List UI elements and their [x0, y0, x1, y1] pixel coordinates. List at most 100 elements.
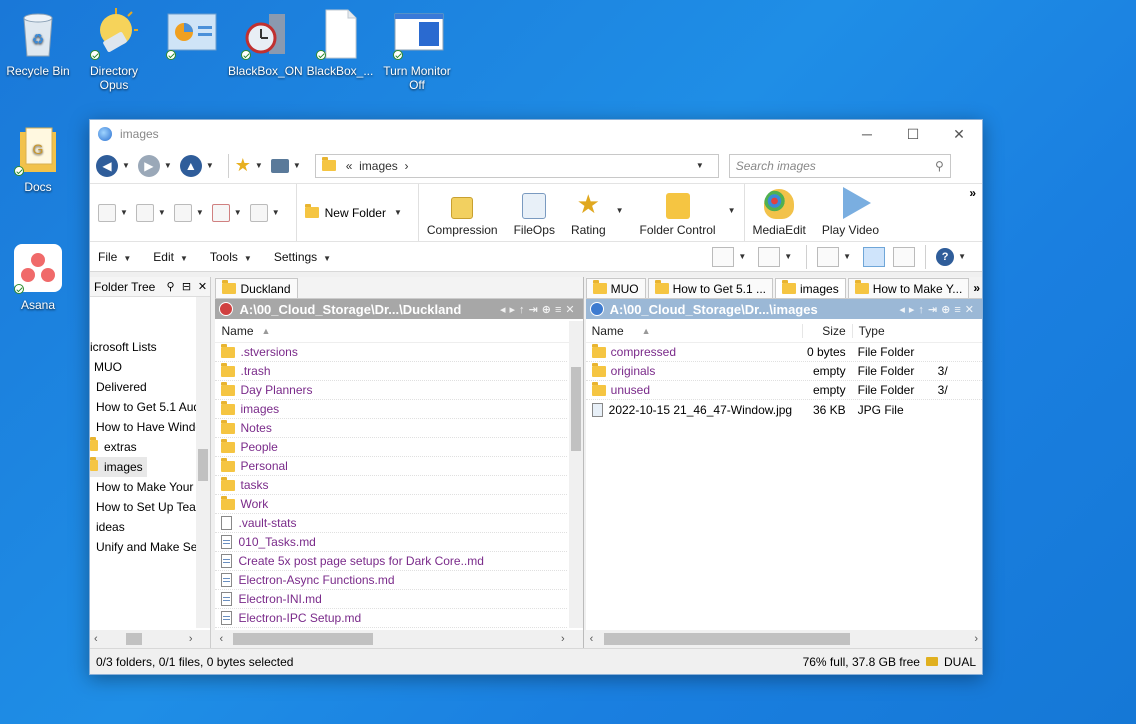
copy-icon[interactable]: [98, 203, 116, 222]
compression-button[interactable]: Compression: [419, 184, 506, 241]
list-item[interactable]: unused empty File Folder 3/: [585, 381, 982, 400]
desktop-icon-blackbox-on[interactable]: BlackBox_ON: [228, 8, 303, 78]
tree-item[interactable]: How to Set Up Team: [90, 497, 196, 517]
view-mode-dropdown-icon[interactable]: ▼: [738, 252, 746, 261]
maximize-button[interactable]: ☐: [890, 120, 936, 148]
forward-dropdown-icon[interactable]: ▼: [164, 161, 172, 170]
right-column-header[interactable]: Name ▲ Size Type: [585, 319, 982, 343]
desktop-icon-unnamed[interactable]: [153, 8, 227, 64]
edit-view-icon[interactable]: [758, 246, 781, 267]
tree-item[interactable]: How to Get 5.1 Audi: [90, 397, 196, 417]
desktop-icon-docs[interactable]: G Docs: [1, 124, 75, 194]
tree-item[interactable]: MUO: [90, 357, 196, 377]
favorites-star-icon[interactable]: ★: [235, 155, 251, 176]
rename-dropdown-icon[interactable]: ▼: [196, 208, 204, 217]
tree-item[interactable]: How to Have Windo: [90, 417, 196, 437]
mediaedit-button[interactable]: MediaEdit: [743, 184, 814, 241]
tab-muo[interactable]: MUO: [585, 278, 646, 298]
tree-item[interactable]: Unify and Make Sens: [90, 537, 196, 557]
list-item[interactable]: 010_Tasks.md: [215, 533, 567, 552]
list-item[interactable]: Create 5x post page setups for Dark Core…: [215, 552, 567, 571]
left-path-header[interactable]: A:\00_Cloud_Storage\Dr...\Duckland ◂▸↑⇥⊕…: [215, 299, 583, 319]
dual-pane-icon[interactable]: [863, 246, 886, 267]
tree-horizontal-scrollbar[interactable]: ‹ ›: [90, 630, 211, 648]
folder-control-dropdown-icon[interactable]: ▼: [728, 206, 736, 215]
computer-dropdown-icon[interactable]: ▼: [293, 161, 301, 170]
delete-dropdown-icon[interactable]: ▼: [234, 208, 242, 217]
desktop-icon-asana[interactable]: Asana: [1, 242, 75, 312]
forward-icon[interactable]: ▶: [137, 154, 160, 177]
list-item[interactable]: Electron-INI.md: [215, 590, 567, 609]
dual-mode-indicator[interactable]: DUAL: [944, 655, 976, 669]
up-dropdown-icon[interactable]: ▼: [206, 161, 214, 170]
folder-control-button[interactable]: Folder Control ▼: [632, 184, 744, 241]
list-item[interactable]: compressed 0 bytes File Folder: [585, 343, 982, 362]
tabs-overflow-button[interactable]: »: [971, 281, 982, 298]
menu-tools[interactable]: Tools ▼: [210, 250, 260, 264]
left-horizontal-scrollbar[interactable]: ‹ ›: [215, 630, 583, 648]
new-folder-button[interactable]: New Folder: [325, 206, 386, 220]
properties-dropdown-icon[interactable]: ▼: [272, 208, 280, 217]
menu-settings[interactable]: Settings ▼: [274, 250, 339, 264]
column-size[interactable]: Size: [801, 323, 852, 338]
help-icon[interactable]: ?: [936, 247, 955, 266]
list-item[interactable]: Electron-Async Functions.md: [215, 571, 567, 590]
viewer-pane-icon[interactable]: [893, 246, 916, 267]
desktop-icon-directory-opus[interactable]: Directory Opus: [77, 8, 151, 92]
minimize-button[interactable]: ─: [844, 120, 890, 148]
tree-item[interactable]: icrosoft Lists: [86, 337, 196, 357]
search-input[interactable]: Search images ⚲: [728, 153, 951, 178]
list-item[interactable]: Personal: [215, 457, 567, 476]
left-vertical-scrollbar[interactable]: [568, 321, 583, 628]
tab-how-to-get[interactable]: How to Get 5.1 ...: [647, 278, 774, 298]
fileops-button[interactable]: FileOps: [506, 184, 563, 241]
path-controls[interactable]: ◂▸↑⇥⊕≡✕: [500, 303, 579, 316]
rename-icon[interactable]: [173, 203, 192, 222]
desktop-icon-recycle-bin[interactable]: ♻ Recycle Bin: [1, 8, 75, 78]
right-horizontal-scrollbar[interactable]: ‹ ›: [585, 630, 982, 648]
rating-button[interactable]: ★ Rating ▼: [563, 184, 632, 241]
paste-icon[interactable]: [135, 203, 154, 222]
layout-icon[interactable]: [817, 246, 840, 267]
ribbon-overflow-button[interactable]: »: [969, 186, 976, 200]
list-item[interactable]: Electron-IPC Setup.md: [215, 609, 567, 628]
list-item[interactable]: Work: [215, 495, 567, 514]
tree-item[interactable]: Delivered: [90, 377, 196, 397]
close-icon[interactable]: ✕: [194, 280, 210, 293]
list-item[interactable]: .trash: [215, 362, 567, 381]
path-controls[interactable]: ◂▸↑⇥⊕≡✕: [899, 303, 978, 316]
back-icon[interactable]: ◀: [96, 154, 118, 177]
up-icon[interactable]: ▲: [179, 154, 202, 177]
tab-images[interactable]: images: [775, 278, 846, 298]
help-dropdown-icon[interactable]: ▼: [958, 252, 966, 261]
list-item[interactable]: images: [215, 400, 567, 419]
list-item[interactable]: originals empty File Folder 3/: [585, 362, 982, 381]
breadcrumb[interactable]: « images ›: [346, 159, 696, 173]
tab-duckland[interactable]: Duckland: [215, 278, 298, 298]
lock-icon[interactable]: [925, 657, 938, 666]
tree-vertical-scrollbar[interactable]: [196, 297, 211, 628]
view-mode-icon[interactable]: [712, 246, 735, 267]
computer-icon[interactable]: [270, 158, 289, 173]
tab-how-to-make[interactable]: How to Make Y...: [847, 278, 970, 298]
new-folder-dropdown-icon[interactable]: ▼: [394, 208, 402, 217]
desktop-icon-turn-monitor-off[interactable]: Turn Monitor Off: [380, 8, 454, 92]
favorites-dropdown-icon[interactable]: ▼: [255, 161, 263, 170]
play-video-button[interactable]: Play Video: [814, 184, 887, 241]
list-item[interactable]: .stversions: [215, 343, 567, 362]
right-path-header[interactable]: A:\00_Cloud_Storage\Dr...\images ◂▸↑⇥⊕≡✕: [585, 299, 982, 319]
location-dropdown-icon[interactable]: ▼: [696, 161, 704, 170]
list-item[interactable]: Day Planners: [215, 381, 567, 400]
menu-edit[interactable]: Edit ▼: [153, 250, 196, 264]
tree-item-folder[interactable]: extras: [90, 437, 196, 457]
tree-item[interactable]: ideas: [90, 517, 196, 537]
list-item[interactable]: tasks: [215, 476, 567, 495]
column-type[interactable]: Type: [851, 323, 885, 338]
column-name[interactable]: Name: [586, 324, 642, 338]
search-icon[interactable]: ⚲: [935, 159, 944, 173]
close-button[interactable]: ✕: [936, 120, 982, 148]
back-dropdown-icon[interactable]: ▼: [122, 161, 130, 170]
tree-item[interactable]: How to Make Your C: [90, 477, 196, 497]
delete-icon[interactable]: [211, 203, 230, 222]
copy-dropdown-icon[interactable]: ▼: [120, 208, 128, 217]
